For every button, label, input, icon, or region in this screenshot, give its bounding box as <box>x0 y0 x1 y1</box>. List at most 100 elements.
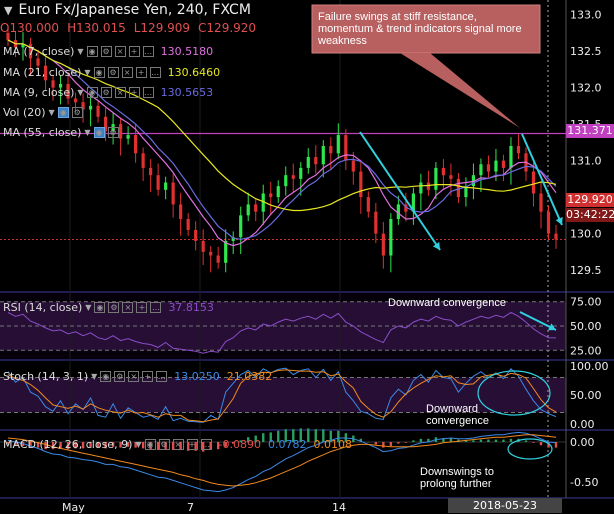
eye-icon[interactable]: ◉ <box>86 46 98 57</box>
dropdown-icon[interactable]: ▼ <box>135 440 141 449</box>
settings-icon[interactable]: ⚙ <box>108 302 120 313</box>
macd-hist-bar <box>419 438 423 442</box>
eye-icon[interactable]: ◉ <box>93 67 105 78</box>
plus-icon[interactable]: + <box>135 67 147 78</box>
settings-icon[interactable]: ⚙ <box>114 371 126 382</box>
macd-line-value: 0.0782 <box>267 438 307 451</box>
ma9-legend[interactable]: MA (9, close) ▼ ◉ ⚙ × +… 130.5653 <box>3 86 213 99</box>
eye-icon[interactable]: ◉ <box>57 107 69 118</box>
candle-body <box>554 233 558 240</box>
candle-body <box>239 215 243 238</box>
dropdown-icon[interactable]: ▼ <box>85 303 91 312</box>
close-icon[interactable]: × <box>114 87 126 98</box>
vol-label: Vol (20) <box>3 106 46 119</box>
eye-icon[interactable]: ◉ <box>144 439 156 450</box>
close-icon[interactable]: × <box>114 46 126 57</box>
close-icon[interactable]: × <box>122 302 134 313</box>
settings-icon[interactable]: ⚙ <box>100 46 112 57</box>
candle-body <box>374 211 378 234</box>
candle-body <box>36 58 40 66</box>
candle-body <box>299 167 303 179</box>
price-tick-label: 129.5 <box>570 264 602 277</box>
settings-icon[interactable]: ⚙ <box>71 107 83 118</box>
symbol-title: Euro Fx/Japanese Yen, 240, FXCM <box>18 2 251 18</box>
eye-icon[interactable]: ◉ <box>93 127 105 138</box>
macd-hist-bar <box>374 442 378 445</box>
macd-hist-bar <box>389 442 393 446</box>
plus-icon[interactable]: + <box>186 439 198 450</box>
candle-body <box>486 164 491 172</box>
macd-hist-bar <box>367 442 370 443</box>
macd-label: MACD (12, 26, close, 9) <box>3 438 133 451</box>
rsi-legend[interactable]: RSI (14, close) ▼ ◉ ⚙ × +… 37.8153 <box>3 301 214 314</box>
ma7-legend[interactable]: MA (7, close) ▼ ◉ ⚙ × +… 130.5180 <box>3 45 213 58</box>
dropdown-icon[interactable]: ▼ <box>84 68 90 77</box>
candle-body <box>73 98 78 103</box>
stoch-legend[interactable]: Stoch (14, 3, 1) ▼ ◉ ⚙ × +… 13.0250 21.0382 <box>3 370 272 383</box>
time-tick-label: 14 <box>332 501 346 514</box>
ma21-legend[interactable]: MA (21, close) ▼ ◉ ⚙ × +… 130.6460 <box>3 66 220 79</box>
candle-body <box>381 233 385 256</box>
time-tick-label: 7 <box>187 501 194 514</box>
candle-body <box>501 160 506 168</box>
candle-body <box>329 146 333 154</box>
ma21-value: 130.6460 <box>167 66 221 79</box>
open-value: O130.000 <box>0 21 60 35</box>
candle-body <box>434 167 438 190</box>
callout-text: Failure swings at stiff resistance, mome… <box>318 11 522 47</box>
dropdown-icon[interactable]: ▼ <box>84 128 90 137</box>
more-icon[interactable]: … <box>156 371 168 382</box>
candle-body <box>141 153 145 168</box>
dropdown-icon[interactable]: ▼ <box>77 88 83 97</box>
eye-icon[interactable]: ◉ <box>86 87 98 98</box>
dropdown-icon[interactable]: ▼ <box>77 47 83 56</box>
more-icon[interactable]: … <box>150 302 162 313</box>
rsi-label: RSI (14, close) <box>3 301 83 314</box>
candle-body <box>276 186 280 198</box>
more-icon[interactable]: … <box>142 87 154 98</box>
plus-icon[interactable]: + <box>142 371 154 382</box>
candle-body <box>509 146 513 168</box>
settings-icon[interactable]: ⚙ <box>107 127 119 138</box>
plus-icon[interactable]: + <box>128 87 140 98</box>
settings-icon[interactable]: ⚙ <box>107 67 119 78</box>
vol-legend[interactable]: Vol (20) ▼ ◉ ⚙ <box>3 106 83 119</box>
eye-icon[interactable]: ◉ <box>94 302 106 313</box>
dropdown-icon[interactable]: ▼ <box>49 108 55 117</box>
candle-body <box>494 160 498 172</box>
ma9-label: MA (9, close) <box>3 86 75 99</box>
close-icon[interactable]: × <box>121 67 133 78</box>
price-tick-label: 131.0 <box>570 155 602 168</box>
time-cursor-label: 2018-05-23 05:00:00 <box>448 498 562 513</box>
close-icon[interactable]: × <box>128 371 140 382</box>
stoch-k-value: 13.0250 <box>174 370 220 383</box>
candle-body <box>426 182 430 190</box>
more-icon[interactable]: … <box>200 439 212 450</box>
more-icon[interactable]: … <box>149 67 161 78</box>
candle-body <box>546 211 551 234</box>
plus-icon[interactable]: + <box>128 46 140 57</box>
stoch-tick-label: 100.00 <box>570 360 609 373</box>
ma9-value: 130.5653 <box>160 86 214 99</box>
macd-legend[interactable]: MACD (12, 26, close, 9) ▼ ◉ ⚙ × +… -0.0890 0… <box>3 438 352 451</box>
candle-body <box>171 182 175 205</box>
macd-annotation-1: Downswings to <box>420 466 494 478</box>
macd-hist-bar <box>487 439 490 442</box>
eye-icon[interactable]: ◉ <box>100 371 112 382</box>
ma55-legend[interactable]: MA (55, close) ▼ ◉ ⚙ <box>3 126 119 139</box>
high-value: H130.015 <box>67 21 126 35</box>
stoch-tick-label: 50.00 <box>570 389 602 402</box>
candle-body <box>209 251 213 256</box>
settings-icon[interactable]: ⚙ <box>100 87 112 98</box>
more-icon[interactable]: … <box>142 46 154 57</box>
close-icon[interactable]: × <box>172 439 184 450</box>
macd-annotation-2: prolong further <box>420 478 492 490</box>
candle-body <box>156 175 160 190</box>
candle-body <box>186 219 190 230</box>
close-value: C129.920 <box>198 21 257 35</box>
collapse-icon[interactable]: ▼ <box>4 4 12 17</box>
plus-icon[interactable]: + <box>136 302 148 313</box>
macd-hist-bar <box>502 439 505 442</box>
settings-icon[interactable]: ⚙ <box>158 439 170 450</box>
dropdown-icon[interactable]: ▼ <box>91 372 97 381</box>
